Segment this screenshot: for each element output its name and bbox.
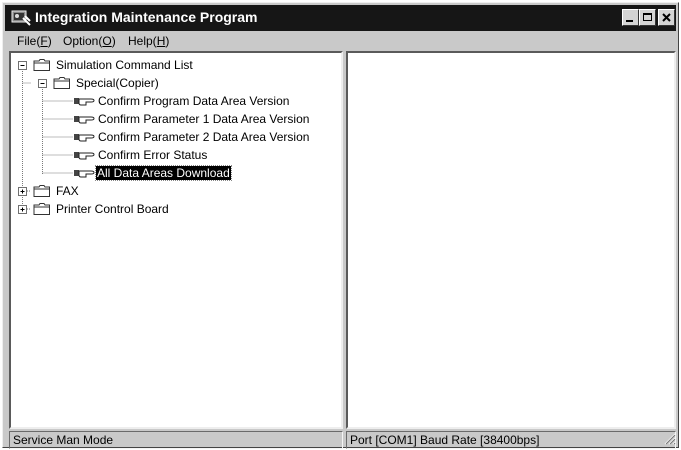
pointing-hand-icon <box>74 170 95 178</box>
tree-label-command: Confirm Parameter 2 Data Area Version <box>98 130 310 144</box>
maximize-icon <box>643 13 652 21</box>
menu-help[interactable]: Help(H) <box>128 34 169 48</box>
minimize-icon <box>626 20 633 22</box>
folder-icon <box>33 185 50 197</box>
folder-icon <box>53 77 70 89</box>
tree-label-special-copier: Special(Copier) <box>76 76 159 90</box>
folder-icon <box>33 203 50 215</box>
resize-grip-icon[interactable] <box>662 431 676 445</box>
pointing-hand-icon <box>74 116 95 124</box>
menu-bar: File(F) Option(O) Help(H) <box>5 31 676 51</box>
main-window: Integration Maintenance Program File(F) … <box>2 2 679 449</box>
tree-item-confirm-error-status[interactable]: Confirm Error Status <box>15 147 335 165</box>
close-button[interactable] <box>658 9 675 26</box>
detail-pane[interactable] <box>346 51 676 429</box>
maximize-button[interactable] <box>639 9 656 26</box>
pointing-hand-icon <box>74 98 95 106</box>
tree-label-command: Confirm Program Data Area Version <box>98 94 290 108</box>
tree-item-all-data-areas-download[interactable]: All Data Areas Download <box>15 165 335 183</box>
folder-icon <box>33 59 50 71</box>
tree-label-command: Confirm Parameter 1 Data Area Version <box>98 112 310 126</box>
command-tree[interactable]: Simulation Command List Special(Copier) … <box>9 51 343 429</box>
pointing-hand-icon <box>74 134 95 142</box>
minimize-button[interactable] <box>622 9 639 26</box>
expand-icon[interactable] <box>18 187 27 196</box>
status-mode: Service Man Mode <box>9 431 343 449</box>
tree-label-root: Simulation Command List <box>56 58 193 72</box>
menu-file[interactable]: File(F) <box>17 34 52 48</box>
collapse-icon[interactable] <box>18 61 27 70</box>
tree-label-selected-command: All Data Areas Download <box>95 165 232 181</box>
tree-node-fax[interactable]: FAX <box>15 183 335 201</box>
tree-node-printer-control-board[interactable]: Printer Control Board <box>15 201 335 219</box>
tree-item-confirm-program-data[interactable]: Confirm Program Data Area Version <box>15 93 335 111</box>
tree-node-special-copier[interactable]: Special(Copier) <box>15 75 335 93</box>
app-icon[interactable] <box>11 9 31 27</box>
tree-item-confirm-parameter-1[interactable]: Confirm Parameter 1 Data Area Version <box>15 111 335 129</box>
close-icon <box>662 13 671 22</box>
collapse-icon[interactable] <box>38 79 47 88</box>
pointing-hand-icon <box>74 152 95 160</box>
title-bar[interactable]: Integration Maintenance Program <box>5 5 676 31</box>
window-title: Integration Maintenance Program <box>35 9 258 25</box>
tree-label-printer-control-board: Printer Control Board <box>56 202 169 216</box>
tree-label-command: Confirm Error Status <box>98 148 208 162</box>
tree-label-fax: FAX <box>56 184 79 198</box>
expand-icon[interactable] <box>18 205 27 214</box>
menu-option[interactable]: Option(O) <box>63 34 116 48</box>
tree-node-root[interactable]: Simulation Command List <box>15 57 335 75</box>
tree-item-confirm-parameter-2[interactable]: Confirm Parameter 2 Data Area Version <box>15 129 335 147</box>
status-port: Port [COM1] Baud Rate [38400bps] <box>346 431 676 449</box>
